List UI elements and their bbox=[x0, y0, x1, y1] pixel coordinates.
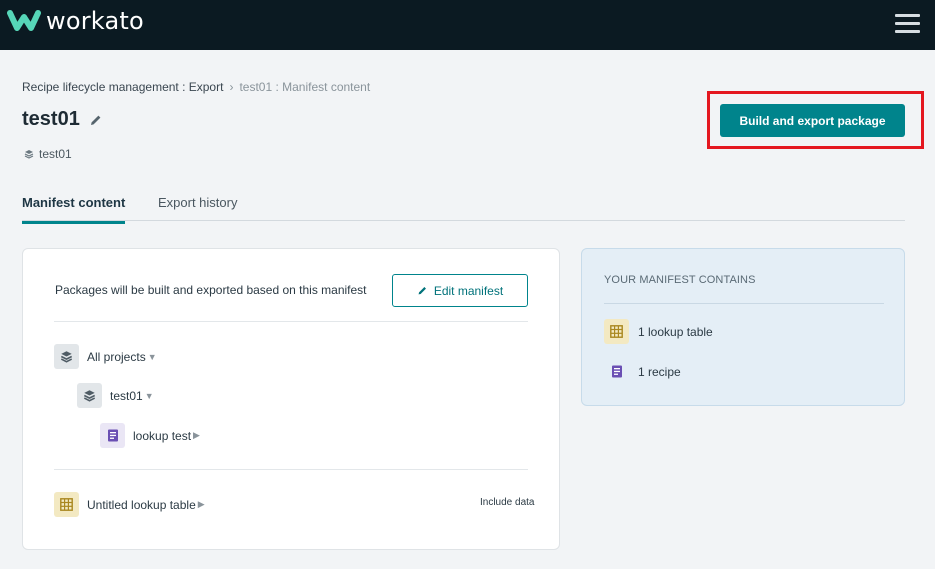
breadcrumb-current: test01 : Manifest content bbox=[239, 80, 371, 94]
layers-icon bbox=[54, 344, 79, 369]
include-data-option[interactable]: Include data bbox=[480, 497, 535, 508]
tab-export-history[interactable]: Export history bbox=[158, 192, 237, 221]
layers-icon bbox=[24, 150, 34, 159]
divider bbox=[54, 469, 528, 470]
summary-item-label: 1 recipe bbox=[638, 364, 681, 379]
table-icon bbox=[604, 319, 629, 344]
tree-item-recipe[interactable]: lookup test ▶ bbox=[100, 423, 200, 448]
table-icon bbox=[54, 492, 79, 517]
recipe-icon bbox=[604, 359, 629, 384]
edit-manifest-button[interactable]: Edit manifest bbox=[392, 274, 528, 307]
caret-down-icon: ▼ bbox=[147, 351, 157, 362]
workato-logo-icon bbox=[7, 10, 41, 31]
breadcrumb-parent-link[interactable]: Recipe lifecycle management : Export bbox=[22, 80, 223, 94]
app-name: workato bbox=[46, 7, 144, 35]
pencil-icon[interactable] bbox=[89, 113, 103, 127]
tree-item-all-projects[interactable]: All projects ▼ bbox=[54, 344, 157, 369]
manifest-intro: Packages will be built and exported base… bbox=[55, 283, 367, 297]
tree-item-label: test01 bbox=[110, 388, 143, 403]
recipe-icon bbox=[100, 423, 125, 448]
summary-heading: YOUR MANIFEST CONTAINS bbox=[604, 274, 756, 286]
breadcrumb: Recipe lifecycle management : Export › tes… bbox=[22, 80, 370, 94]
tab-bar: Manifest content Export history bbox=[22, 192, 905, 224]
page-title: test01 bbox=[22, 108, 80, 130]
edit-manifest-label: Edit manifest bbox=[433, 283, 504, 298]
tree-item-label: Untitled lookup table bbox=[87, 497, 196, 512]
build-export-package-button[interactable]: Build and export package bbox=[720, 104, 905, 137]
summary-item-label: 1 lookup table bbox=[638, 324, 713, 339]
manifest-card: Packages will be built and exported base… bbox=[22, 248, 560, 550]
caret-right-icon: ▶ bbox=[197, 499, 205, 509]
chevron-right-icon: › bbox=[229, 80, 234, 94]
workato-logo[interactable]: workato bbox=[7, 8, 144, 34]
pencil-icon bbox=[418, 287, 426, 295]
layers-icon bbox=[77, 383, 102, 408]
divider bbox=[54, 321, 528, 322]
tree-item-project[interactable]: test01 ▼ bbox=[77, 383, 154, 408]
project-name: test01 bbox=[39, 147, 72, 161]
top-bar: workato bbox=[0, 0, 935, 50]
summary-item-recipe: 1 recipe bbox=[604, 359, 681, 384]
tab-manifest-content[interactable]: Manifest content bbox=[22, 192, 126, 224]
caret-right-icon: ▶ bbox=[193, 430, 200, 440]
hamburger-menu-icon[interactable] bbox=[895, 13, 921, 35]
tree-item-label: lookup test bbox=[133, 428, 192, 443]
project-tag: test01 bbox=[24, 147, 72, 161]
manifest-summary-panel: YOUR MANIFEST CONTAINS 1 lookup table 1 … bbox=[581, 248, 905, 406]
divider bbox=[604, 303, 884, 304]
caret-down-icon: ▼ bbox=[144, 390, 154, 401]
summary-item-lookup-table: 1 lookup table bbox=[604, 319, 713, 344]
tree-item-lookup-table[interactable]: Untitled lookup table ▶ bbox=[54, 492, 205, 517]
tree-item-label: All projects bbox=[87, 349, 146, 364]
